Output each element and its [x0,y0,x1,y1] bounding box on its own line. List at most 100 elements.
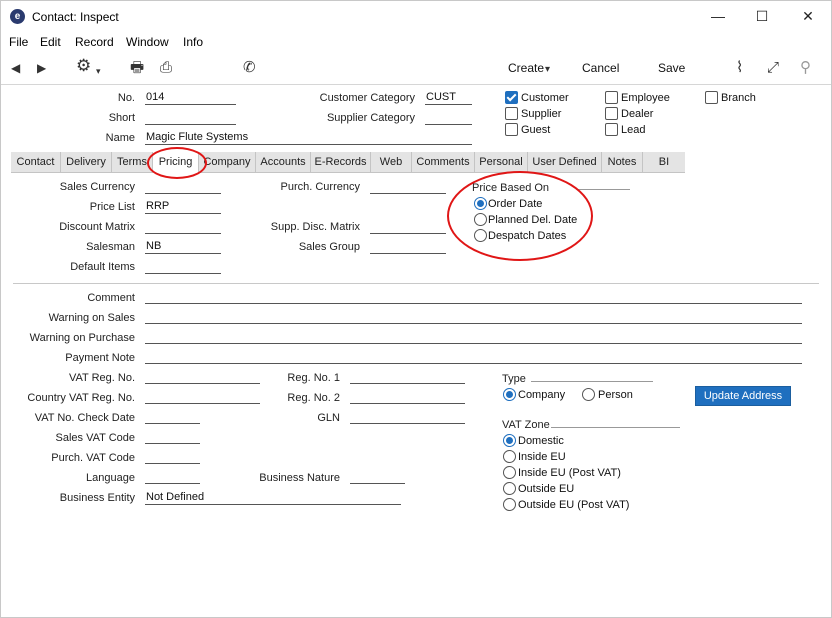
gln-label: GLN [317,412,340,424]
gear-icon[interactable]: ⚙ [76,57,91,75]
domestic-radio-label: Domestic [518,435,564,447]
sales-vat-code-field[interactable] [145,443,200,444]
attachment-icon[interactable]: ⚲ [800,59,811,77]
dealer-checkbox-label: Dealer [621,108,654,120]
minimize-button[interactable]: — [703,5,733,27]
tab-bar: Contact Delivery Terms Pricing Company A… [11,152,685,173]
forward-arrow-icon[interactable]: ▶ [37,59,46,77]
print-preview-icon[interactable]: ⎙ [160,59,172,77]
inside-eu-radio[interactable] [503,450,516,463]
menu-file[interactable]: File [9,35,28,49]
create-button[interactable]: Create [508,61,544,75]
type-label: Type [502,373,526,385]
name-field[interactable]: Magic Flute Systems [145,131,472,145]
sales-group-field[interactable] [370,240,446,254]
supplier-category-field[interactable] [425,111,472,125]
default-items-label: Default Items [70,261,135,273]
short-label: Short [108,112,135,124]
reg-no-2-field[interactable] [350,403,465,404]
vat-no-check-date-label: VAT No. Check Date [34,412,135,424]
activity-icon[interactable]: ⌇ [736,59,743,77]
chevron-down-icon[interactable]: ▾ [96,62,101,80]
vat-reg-no-label: VAT Reg. No. [68,372,135,384]
menu-window[interactable]: Window [126,35,169,49]
domestic-radio[interactable] [503,434,516,447]
business-nature-field[interactable] [350,483,405,484]
discount-matrix-label: Discount Matrix [59,221,135,233]
warning-on-sales-field[interactable] [145,323,802,324]
dealer-checkbox[interactable] [605,107,618,120]
pricing-tab-highlight [147,147,207,179]
no-field[interactable]: 014 [145,91,236,105]
purch-vat-code-field[interactable] [145,463,200,464]
tab-accounts[interactable]: Accounts [256,152,311,172]
tab-user-defined[interactable]: User Defined [528,152,602,172]
create-dropdown-icon[interactable]: ▾ [545,61,550,79]
default-items-field[interactable] [145,260,221,274]
sales-vat-code-label: Sales VAT Code [55,432,136,444]
company-radio[interactable] [503,388,516,401]
person-radio-label: Person [598,389,633,401]
reg-no-1-field[interactable] [350,383,465,384]
customer-checkbox[interactable] [505,91,518,104]
close-button[interactable]: ✕ [793,5,823,27]
app-logo-icon: e [10,9,25,24]
tab-company[interactable]: Company [199,152,256,172]
tab-personal[interactable]: Personal [475,152,528,172]
tab-comments[interactable]: Comments [412,152,475,172]
back-arrow-icon[interactable]: ◀ [11,59,20,77]
print-icon[interactable]: 🖶 [130,59,144,77]
sales-currency-field[interactable] [145,180,221,194]
tab-e-records[interactable]: E-Records [311,152,371,172]
warning-on-purchase-field[interactable] [145,343,802,344]
tab-delivery[interactable]: Delivery [61,152,112,172]
purch-currency-field[interactable] [370,180,446,194]
outside-eu-post-vat-radio[interactable] [503,498,516,511]
purch-currency-label: Purch. Currency [280,181,360,193]
save-button[interactable]: Save [658,61,685,75]
payment-note-field[interactable] [145,363,802,364]
warning-on-sales-label: Warning on Sales [48,312,135,324]
type-separator [531,381,653,382]
salesman-field[interactable]: NB [145,240,221,254]
lead-checkbox[interactable] [605,123,618,136]
update-address-button[interactable]: Update Address [695,386,791,406]
price-list-field[interactable]: RRP [145,200,221,214]
customer-checkbox-label: Customer [521,92,569,104]
branch-checkbox[interactable] [705,91,718,104]
tab-web[interactable]: Web [371,152,412,172]
expand-icon[interactable]: ⤢ [767,59,779,77]
customer-category-label: Customer Category [319,92,415,104]
supp-disc-matrix-field[interactable] [370,220,446,234]
short-field[interactable] [145,111,236,125]
sales-group-label: Sales Group [298,241,360,253]
business-entity-label: Business Entity [59,492,135,504]
guest-checkbox[interactable] [505,123,518,136]
supplier-checkbox[interactable] [505,107,518,120]
tab-contact[interactable]: Contact [11,152,61,172]
tab-bi[interactable]: BI [643,152,685,172]
language-field[interactable] [145,483,200,484]
company-radio-label: Company [518,389,566,401]
cancel-button[interactable]: Cancel [582,61,619,75]
vat-no-check-date-field[interactable] [145,423,200,424]
maximize-button[interactable]: ☐ [747,5,777,27]
outside-eu-radio[interactable] [503,482,516,495]
employee-checkbox[interactable] [605,91,618,104]
payment-note-label: Payment Note [65,352,135,364]
inside-eu-post-vat-radio[interactable] [503,466,516,479]
business-entity-field[interactable]: Not Defined [145,491,401,505]
menu-record[interactable]: Record [75,35,114,49]
person-radio[interactable] [582,388,595,401]
discount-matrix-field[interactable] [145,220,221,234]
menu-edit[interactable]: Edit [40,35,61,49]
menu-info[interactable]: Info [183,35,203,49]
employee-checkbox-label: Employee [621,92,670,104]
phone-icon[interactable]: ✆ [243,59,256,77]
gln-field[interactable] [350,423,465,424]
comment-field[interactable] [145,303,802,304]
customer-category-field[interactable]: CUST [425,91,472,105]
outside-eu-radio-label: Outside EU [518,483,575,495]
tab-notes[interactable]: Notes [602,152,643,172]
inside-eu-radio-label: Inside EU [518,451,566,463]
